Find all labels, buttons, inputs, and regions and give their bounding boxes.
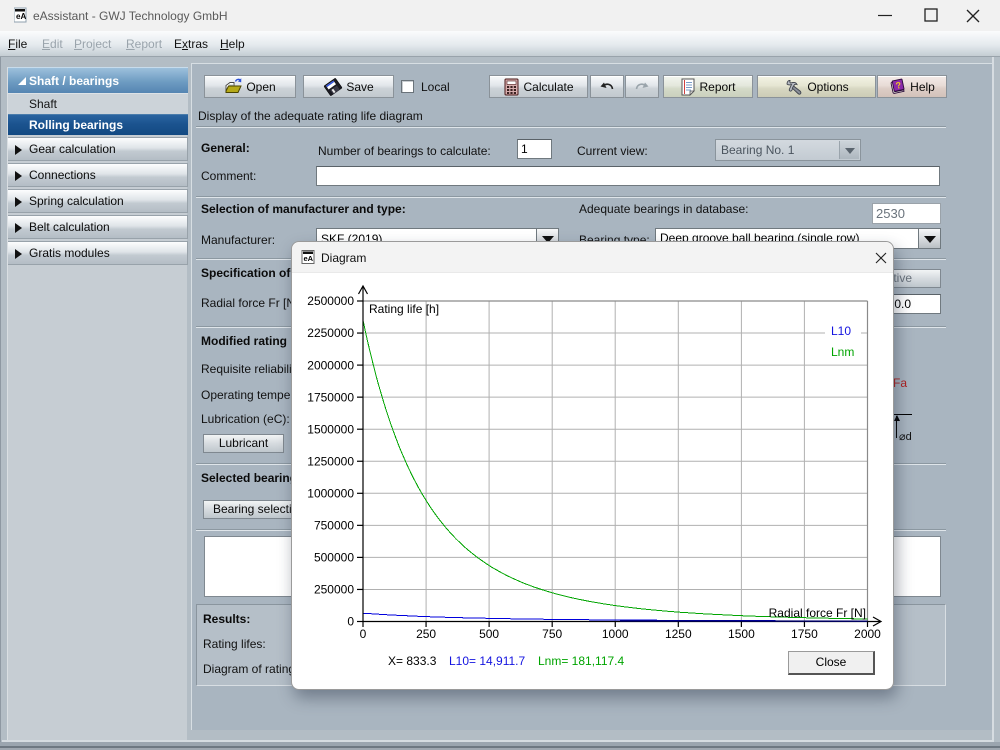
- svg-text:Lnm= 181,117.4: Lnm= 181,117.4: [538, 654, 625, 668]
- svg-text:Radial force Fr [N]: Radial force Fr [N]: [769, 606, 866, 620]
- svg-text:1500: 1500: [728, 627, 755, 641]
- svg-text:500000: 500000: [314, 551, 354, 565]
- svg-text:750000: 750000: [314, 519, 354, 533]
- svg-text:2000000: 2000000: [307, 358, 354, 372]
- svg-text:1500000: 1500000: [307, 422, 354, 436]
- svg-text:2500000: 2500000: [307, 294, 354, 308]
- svg-text:L10= 14,911.7: L10= 14,911.7: [449, 654, 526, 668]
- svg-text:250000: 250000: [314, 583, 354, 597]
- svg-text:1750: 1750: [791, 627, 818, 641]
- svg-text:750: 750: [542, 627, 562, 641]
- svg-text:L10: L10: [831, 324, 851, 338]
- svg-text:1000000: 1000000: [307, 487, 354, 501]
- svg-text:1750000: 1750000: [307, 390, 354, 404]
- svg-text:250: 250: [416, 627, 436, 641]
- svg-text:eA: eA: [16, 12, 26, 21]
- svg-text:2000: 2000: [854, 627, 881, 641]
- svg-text:1000: 1000: [602, 627, 629, 641]
- svg-text:0: 0: [360, 627, 367, 641]
- svg-text:500: 500: [479, 627, 499, 641]
- svg-text:2250000: 2250000: [307, 326, 354, 340]
- svg-text:Lnm: Lnm: [831, 345, 854, 359]
- svg-text:X= 833.3: X= 833.3: [388, 654, 437, 668]
- svg-text:0: 0: [347, 615, 354, 629]
- svg-text:1250000: 1250000: [307, 454, 354, 468]
- svg-text:Rating life [h]: Rating life [h]: [369, 302, 439, 316]
- svg-text:1250: 1250: [665, 627, 692, 641]
